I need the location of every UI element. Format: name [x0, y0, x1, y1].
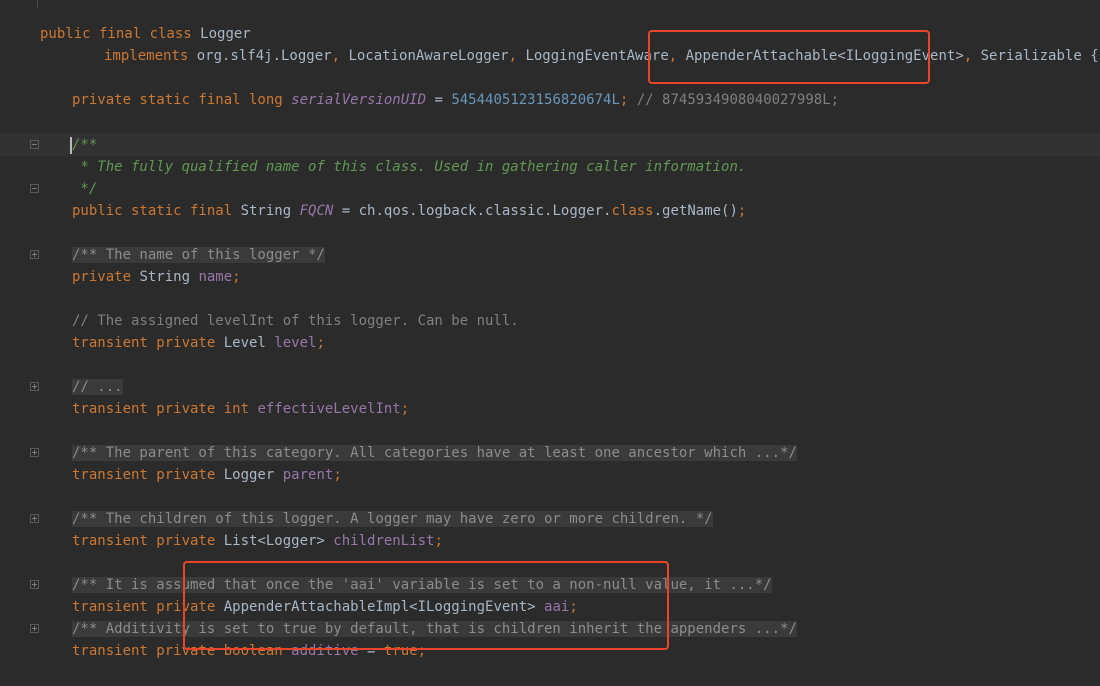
semicolon: ; [316, 335, 325, 351]
semicolon: ; [333, 467, 342, 483]
code-line-name: private String name; [72, 266, 241, 288]
keyword: transient private [72, 533, 224, 549]
field-name: childrenList [333, 533, 435, 549]
folded-comment[interactable]: // ... [72, 376, 123, 398]
keyword: transient private int [72, 401, 258, 417]
fold-expand-icon[interactable] [30, 624, 39, 633]
number-literal: 5454405123156820674L [451, 92, 620, 108]
interface-name: LocationAwareLogger [348, 48, 509, 64]
keyword: implements [104, 48, 197, 64]
semicolon: ; [400, 401, 410, 417]
code-line-effective-level: transient private int effectiveLevelInt; [72, 398, 409, 420]
code-line-parent: transient private Logger parent; [72, 464, 342, 486]
type-name: List<Logger> [223, 533, 334, 549]
line-comment: // 8745934908040027998L; [628, 92, 840, 108]
doc-comment-end: */ [72, 181, 98, 197]
expression: = ch.qos.logback.classic.Logger. [333, 203, 612, 219]
field-name: parent [282, 467, 334, 483]
keyword: private [72, 269, 140, 285]
field-name: level [274, 335, 317, 351]
operator: = [426, 92, 452, 108]
comma: , [963, 48, 981, 64]
semicolon: ; [737, 203, 747, 219]
doc-comment-start: /** [72, 137, 98, 153]
class-name: Logger [200, 26, 251, 42]
fold-collapse-icon[interactable] [30, 140, 39, 149]
code-line-children-list: transient private List<Logger> childrenL… [72, 530, 443, 552]
type-name: String [240, 203, 300, 219]
fold-expand-icon[interactable] [30, 250, 39, 259]
keyword: public static final [72, 203, 241, 219]
folded-comment-text[interactable]: /** The parent of this category. All cat… [72, 445, 797, 461]
annotation-box-appender-attachable [648, 30, 930, 84]
type-name: Logger [223, 467, 283, 483]
semicolon: ; [232, 269, 241, 285]
semicolon: ; [434, 533, 443, 549]
keyword: public final class [40, 26, 201, 42]
folded-comment-text[interactable]: // ... [72, 379, 123, 395]
line-comment: // The assigned levelInt of this logger.… [72, 313, 519, 329]
doc-comment-body: * The fully qualified name of this class… [72, 159, 747, 175]
keyword: class [611, 203, 654, 219]
code-line-class-declaration: public final class Logger [40, 23, 251, 45]
code-line-fqcn: public static final String FQCN = ch.qos… [72, 200, 746, 222]
fold-expand-icon[interactable] [30, 580, 39, 589]
folded-comment-text[interactable]: /** The children of this logger. A logge… [72, 511, 713, 527]
fold-expand-icon[interactable] [30, 514, 39, 523]
field-name: serialVersionUID [291, 92, 427, 108]
interface-name: Serializable { [980, 48, 1099, 64]
field-name: effectiveLevelInt [257, 401, 401, 417]
code-line-implements: implements org.slf4j.Logger, LocationAwa… [104, 45, 1099, 67]
field-name: name [198, 269, 233, 285]
fold-expand-icon[interactable] [30, 382, 39, 391]
keyword: private static final long [72, 92, 292, 108]
annotation-box-aai-field [183, 561, 669, 650]
folded-comment-text[interactable]: /** The name of this logger */ [72, 247, 325, 263]
code-line-serial-version: private static final long serialVersionU… [72, 89, 839, 111]
interface-name: org.slf4j.Logger [196, 48, 332, 64]
fold-guide [37, 0, 38, 8]
code-line-level: transient private Level level; [72, 332, 325, 354]
type-name: Level [223, 335, 275, 351]
field-name: FQCN [299, 203, 334, 219]
comma: , [331, 48, 349, 64]
expression: .getName() [653, 203, 738, 219]
folded-comment[interactable]: /** The children of this logger. A logge… [72, 508, 713, 530]
text-caret [70, 137, 72, 154]
type-name: String [139, 269, 199, 285]
keyword: transient private [72, 335, 224, 351]
folded-comment[interactable]: /** The name of this logger */ [72, 244, 325, 266]
keyword: transient private [72, 467, 224, 483]
fold-expand-icon[interactable] [30, 448, 39, 457]
fold-collapse-icon[interactable] [30, 184, 39, 193]
folded-comment[interactable]: /** The parent of this category. All cat… [72, 442, 797, 464]
comma: , [508, 48, 526, 64]
